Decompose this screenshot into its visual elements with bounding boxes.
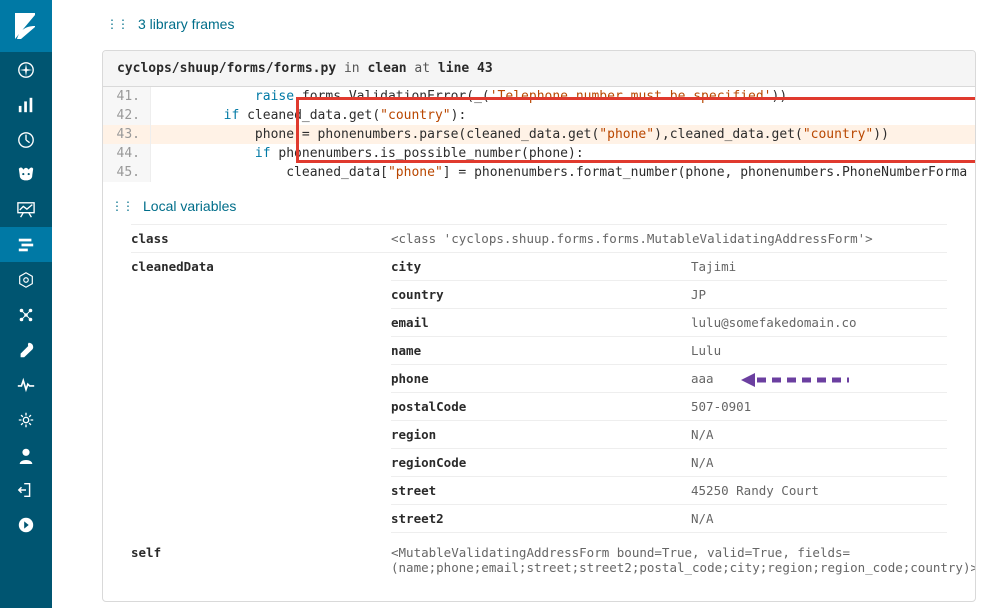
nested-row: street45250 Randy Court [391,477,947,505]
library-frames-toggle[interactable]: ⋮⋮ 3 library frames [102,0,976,50]
line-number-label: line 43 [438,61,493,76]
src: if cleaned_data.get("country"): [151,106,466,125]
dots-icon: ⋮⋮ [111,199,133,213]
var-value: <MutableValidatingAddressForm bound=True… [391,545,976,575]
nested-row: nameLulu [391,337,947,365]
nav-canvas[interactable] [0,192,52,227]
src: raise forms.ValidationError(_('Telephone… [151,87,787,106]
nav-discover[interactable] [0,52,52,87]
nested-row: countryJP [391,281,947,309]
var-row: class <class 'cyclops.shuup.forms.forms.… [131,224,947,253]
nested-row-phone: phone aaa [391,365,947,393]
nav-apm[interactable] [0,227,52,262]
nested-value: JP [691,287,947,302]
nested-value: N/A [691,511,947,526]
library-frames-label: 3 library frames [138,16,234,32]
gutter: 44. [103,144,151,163]
nav-account[interactable] [0,437,52,472]
src: if phonenumbers.is_possible_number(phone… [151,144,584,163]
nested-value: 507-0901 [691,399,947,414]
nested-row: cityTajimi [391,259,947,281]
function-name: clean [367,61,406,76]
nav-visualize[interactable] [0,87,52,122]
nav-collapse[interactable] [0,507,52,542]
gutter: 42. [103,106,151,125]
nested-key: email [391,315,691,330]
nested-key: name [391,343,691,358]
sidebar [0,0,52,608]
gutter: 41. [103,87,151,106]
nav-logout[interactable] [0,472,52,507]
var-key: self [131,545,391,560]
file-path: cyclops/shuup/forms/forms.py [117,61,336,76]
nested-object: cityTajimi countryJP emaillulu@somefaked… [391,259,947,533]
kibana-logo[interactable] [0,0,52,52]
arrow-annotation [741,372,851,388]
nested-value: aaa [691,371,947,386]
main-content: ⋮⋮ 3 library frames cyclops/shuup/forms/… [52,0,1000,608]
nested-key: street [391,483,691,498]
nav-management[interactable] [0,402,52,437]
nested-row: regionN/A [391,421,947,449]
nested-key: city [391,259,691,274]
src: phone = phonenumbers.parse(cleaned_data.… [151,125,889,144]
var-value: <class 'cyclops.shuup.forms.forms.Mutabl… [391,231,947,246]
code-line-43: 43. phone = phonenumbers.parse(cleaned_d… [103,125,975,144]
nested-value: Lulu [691,343,947,358]
code-line-42: 42. if cleaned_data.get("country"): [103,106,975,125]
nested-key: phone [391,371,691,386]
code-line-44: 44. if phonenumbers.is_possible_number(p… [103,144,975,163]
nested-value: lulu@somefakedomain.co [691,315,947,330]
nested-value: N/A [691,427,947,442]
code-header: cyclops/shuup/forms/forms.py in clean at… [103,51,975,87]
gutter: 43. [103,125,151,144]
nested-value: 45250 Randy Court [691,483,947,498]
var-key: class [131,231,391,246]
in-text: in [336,61,367,76]
nested-row: postalCode507-0901 [391,393,947,421]
nested-key: street2 [391,511,691,526]
code-line-45: 45. cleaned_data["phone"] = phonenumbers… [103,163,975,182]
nested-row: street2N/A [391,505,947,533]
local-variables-label: Local variables [143,198,236,214]
nav-graph[interactable] [0,297,52,332]
src: cleaned_data["phone"] = phonenumbers.for… [151,163,967,182]
var-key: cleanedData [131,259,391,274]
nested-row: emaillulu@somefakedomain.co [391,309,947,337]
code-line-41: 41. raise forms.ValidationError(_('Telep… [103,87,975,106]
nav-dev-tools[interactable] [0,332,52,367]
local-variables-table: class <class 'cyclops.shuup.forms.forms.… [103,224,975,601]
nested-key: regionCode [391,455,691,470]
code-body: 41. raise forms.ValidationError(_('Telep… [103,87,975,182]
nested-key: region [391,427,691,442]
nested-key: country [391,287,691,302]
at-text: at [407,61,438,76]
nav-dashboard[interactable] [0,122,52,157]
gutter: 45. [103,163,151,182]
nav-monitoring[interactable] [0,367,52,402]
nested-value: Tajimi [691,259,947,274]
var-row: self <MutableValidatingAddressForm bound… [131,539,947,581]
nested-value: N/A [691,455,947,470]
nested-key: postalCode [391,399,691,414]
local-variables-toggle[interactable]: ⋮⋮ Local variables [103,182,975,224]
dots-icon: ⋮⋮ [106,17,128,31]
nav-infrastructure[interactable] [0,262,52,297]
var-row: cleanedData cityTajimi countryJP emaillu… [131,253,947,539]
nested-row: regionCodeN/A [391,449,947,477]
stack-frame-box: cyclops/shuup/forms/forms.py in clean at… [102,50,976,602]
nav-timelion[interactable] [0,157,52,192]
